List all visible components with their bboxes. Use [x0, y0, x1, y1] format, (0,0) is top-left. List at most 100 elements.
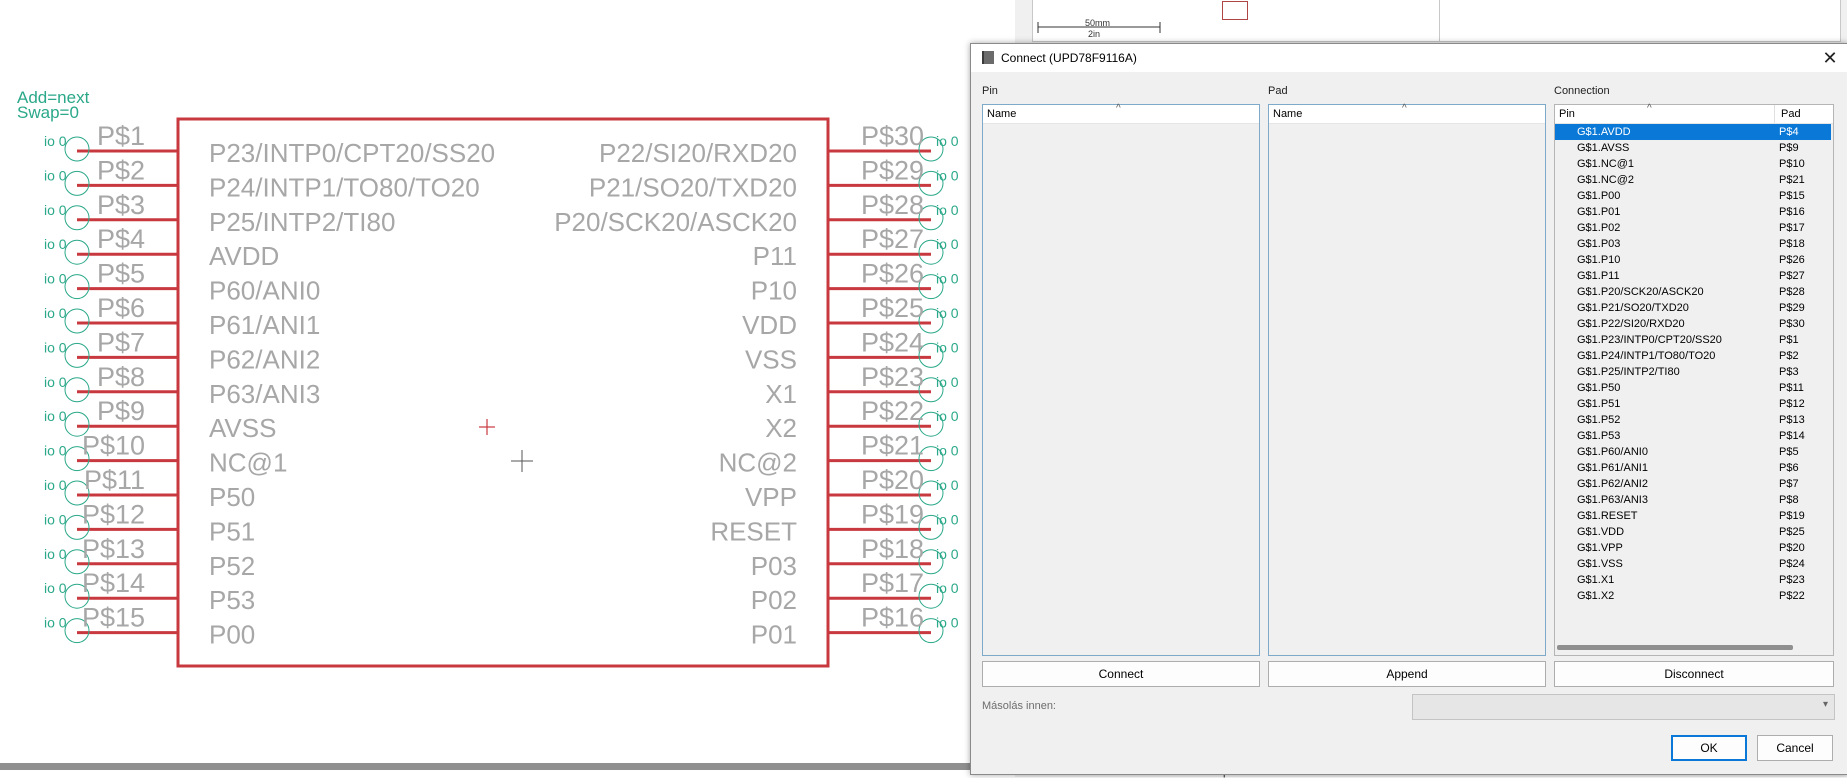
connection-row[interactable]: G$1.P52 P$13	[1555, 412, 1831, 428]
pin-function-name: P11	[753, 241, 797, 271]
connection-pin: G$1.X1	[1577, 574, 1615, 586]
connection-list-horizontal-scrollbar[interactable]	[1557, 645, 1793, 650]
connection-list[interactable]: Pin ^ Pad G$1.AVDD P$4 G$1.AVSS P$9 G$1.NC@1…	[1554, 103, 1834, 656]
connection-pin: G$1.X2	[1577, 590, 1615, 602]
pin-connection-point[interactable]	[64, 377, 90, 403]
connection-row[interactable]: G$1.P51 P$12	[1555, 396, 1831, 412]
connection-list-header[interactable]: Pin ^ Pad	[1555, 103, 1833, 124]
pin-connection-point[interactable]	[64, 205, 90, 231]
pin-function-name: P60/ANI0	[209, 276, 320, 306]
cancel-button[interactable]: Cancel	[1757, 735, 1833, 761]
connection-pin-column-header[interactable]: Pin	[1559, 108, 1575, 120]
canvas-horizontal-scrollbar[interactable]	[0, 763, 1015, 770]
pin-io-label: io 0	[44, 443, 67, 459]
connection-row[interactable]: G$1.P02 P$17	[1555, 220, 1831, 236]
copy-from-dropdown[interactable]: ▾	[1412, 694, 1835, 720]
connection-section-label: Connection	[1554, 85, 1610, 97]
connection-row[interactable]: G$1.P24/INTP1/TO80/TO20 P$2	[1555, 348, 1831, 364]
append-button[interactable]: Append	[1268, 661, 1546, 687]
pin-io-label: io 0	[936, 477, 959, 493]
pin-function-name: NC@2	[719, 448, 797, 478]
connection-pad-column-header[interactable]: Pad	[1781, 108, 1801, 120]
pin-io-label: io 0	[44, 477, 67, 493]
pin-function-name: P03	[751, 551, 797, 581]
pin-number: P$10	[82, 431, 145, 461]
connection-row[interactable]: G$1.P50 P$11	[1555, 380, 1831, 396]
pad-list[interactable]: Name ^	[1268, 103, 1546, 656]
pin-connection-point[interactable]	[64, 136, 90, 162]
pin-number: P$11	[84, 465, 145, 495]
connection-row[interactable]: G$1.RESET P$19	[1555, 508, 1831, 524]
column-divider[interactable]	[1774, 105, 1775, 123]
pin-function-name: P62/ANI2	[209, 344, 320, 374]
connection-pad: P$4	[1779, 126, 1799, 138]
connection-row[interactable]: G$1.P23/INTP0/CPT20/SS20 P$1	[1555, 332, 1831, 348]
pad-name-column-header[interactable]: Name	[1273, 108, 1302, 120]
pin-connection-point[interactable]	[64, 308, 90, 334]
connection-pad: P$26	[1779, 254, 1805, 266]
pin-list[interactable]: Name ^	[982, 103, 1260, 656]
connection-row[interactable]: G$1.P21/SO20/TXD20 P$29	[1555, 300, 1831, 316]
connection-row[interactable]: G$1.P03 P$18	[1555, 236, 1831, 252]
connection-pad: P$13	[1779, 414, 1805, 426]
connection-row[interactable]: G$1.VDD P$25	[1555, 524, 1831, 540]
ok-button[interactable]: OK	[1671, 735, 1747, 761]
chevron-down-icon: ▾	[1822, 699, 1828, 710]
pin-list-header[interactable]: Name ^	[983, 103, 1259, 124]
pin-name-column-header[interactable]: Name	[987, 108, 1016, 120]
pin-number: P$6	[97, 293, 145, 323]
connection-row[interactable]: G$1.P20/SCK20/ASCK20 P$28	[1555, 284, 1831, 300]
connection-rows: G$1.AVDD P$4 G$1.AVSS P$9 G$1.NC@1 P$10 G$1.NC…	[1555, 124, 1831, 604]
connection-pin: G$1.P01	[1577, 206, 1621, 218]
connection-row[interactable]: G$1.X2 P$22	[1555, 588, 1831, 604]
close-button[interactable]: ✕	[1819, 47, 1841, 69]
pin-function-name: AVDD	[209, 241, 279, 271]
connection-row[interactable]: G$1.P10 P$26	[1555, 252, 1831, 268]
connection-pin: G$1.P62/ANI2	[1577, 478, 1648, 490]
pin-connection-point[interactable]	[64, 170, 90, 196]
connection-row[interactable]: G$1.X1 P$23	[1555, 572, 1831, 588]
connection-row[interactable]: G$1.P62/ANI2 P$7	[1555, 476, 1831, 492]
origin-cross[interactable]	[479, 419, 495, 435]
connection-row[interactable]: G$1.VSS P$24	[1555, 556, 1831, 572]
connect-dialog[interactable]: Connect (UPD78F9116A) ✕ Pin Pad Connecti…	[970, 43, 1847, 775]
pin-function-name: P63/ANI3	[209, 379, 320, 409]
connection-pin: G$1.RESET	[1577, 510, 1638, 522]
connection-row[interactable]: G$1.P00 P$15	[1555, 188, 1831, 204]
pin-io-label: io 0	[44, 511, 67, 527]
pin-connection-point[interactable]	[64, 239, 90, 265]
connection-pad: P$15	[1779, 190, 1805, 202]
pin-connection-point[interactable]	[64, 342, 90, 368]
connection-row[interactable]: G$1.P01 P$16	[1555, 204, 1831, 220]
pin-io-label: io 0	[44, 202, 67, 218]
connection-row[interactable]: G$1.VPP P$20	[1555, 540, 1831, 556]
pin-function-name: P00	[209, 620, 255, 650]
pin-io-label: io 0	[936, 580, 959, 596]
connection-pin: G$1.P21/SO20/TXD20	[1577, 302, 1689, 314]
pin-connection-point[interactable]	[64, 274, 90, 300]
pin-io-label: io 0	[936, 202, 959, 218]
connect-button[interactable]: Connect	[982, 661, 1260, 687]
connection-row[interactable]: G$1.AVDD P$4	[1555, 124, 1831, 140]
connection-pad: P$9	[1779, 142, 1799, 154]
pin-number: P$17	[861, 568, 924, 598]
pad-list-header[interactable]: Name ^	[1269, 103, 1545, 124]
connection-row[interactable]: G$1.P61/ANI1 P$6	[1555, 460, 1831, 476]
pin-section-label: Pin	[982, 85, 998, 97]
connection-row[interactable]: G$1.P53 P$14	[1555, 428, 1831, 444]
connection-row[interactable]: G$1.P25/INTP2/TI80 P$3	[1555, 364, 1831, 380]
connection-row[interactable]: G$1.AVSS P$9	[1555, 140, 1831, 156]
disconnect-button[interactable]: Disconnect	[1554, 661, 1834, 687]
connection-row[interactable]: G$1.NC@1 P$10	[1555, 156, 1831, 172]
book-icon	[982, 51, 994, 64]
connection-row[interactable]: G$1.P60/ANI0 P$5	[1555, 444, 1831, 460]
connection-pad: P$24	[1779, 558, 1805, 570]
sort-ascending-icon: ^	[1647, 103, 1652, 114]
connection-row[interactable]: G$1.P11 P$27	[1555, 268, 1831, 284]
connection-row[interactable]: G$1.P63/ANI3 P$8	[1555, 492, 1831, 508]
dialog-titlebar[interactable]: Connect (UPD78F9116A) ✕	[971, 44, 1847, 72]
connection-row[interactable]: G$1.P22/SI20/RXD20 P$30	[1555, 316, 1831, 332]
connection-pad: P$10	[1779, 158, 1805, 170]
connection-row[interactable]: G$1.NC@2 P$21	[1555, 172, 1831, 188]
connection-pad: P$11	[1779, 382, 1804, 394]
